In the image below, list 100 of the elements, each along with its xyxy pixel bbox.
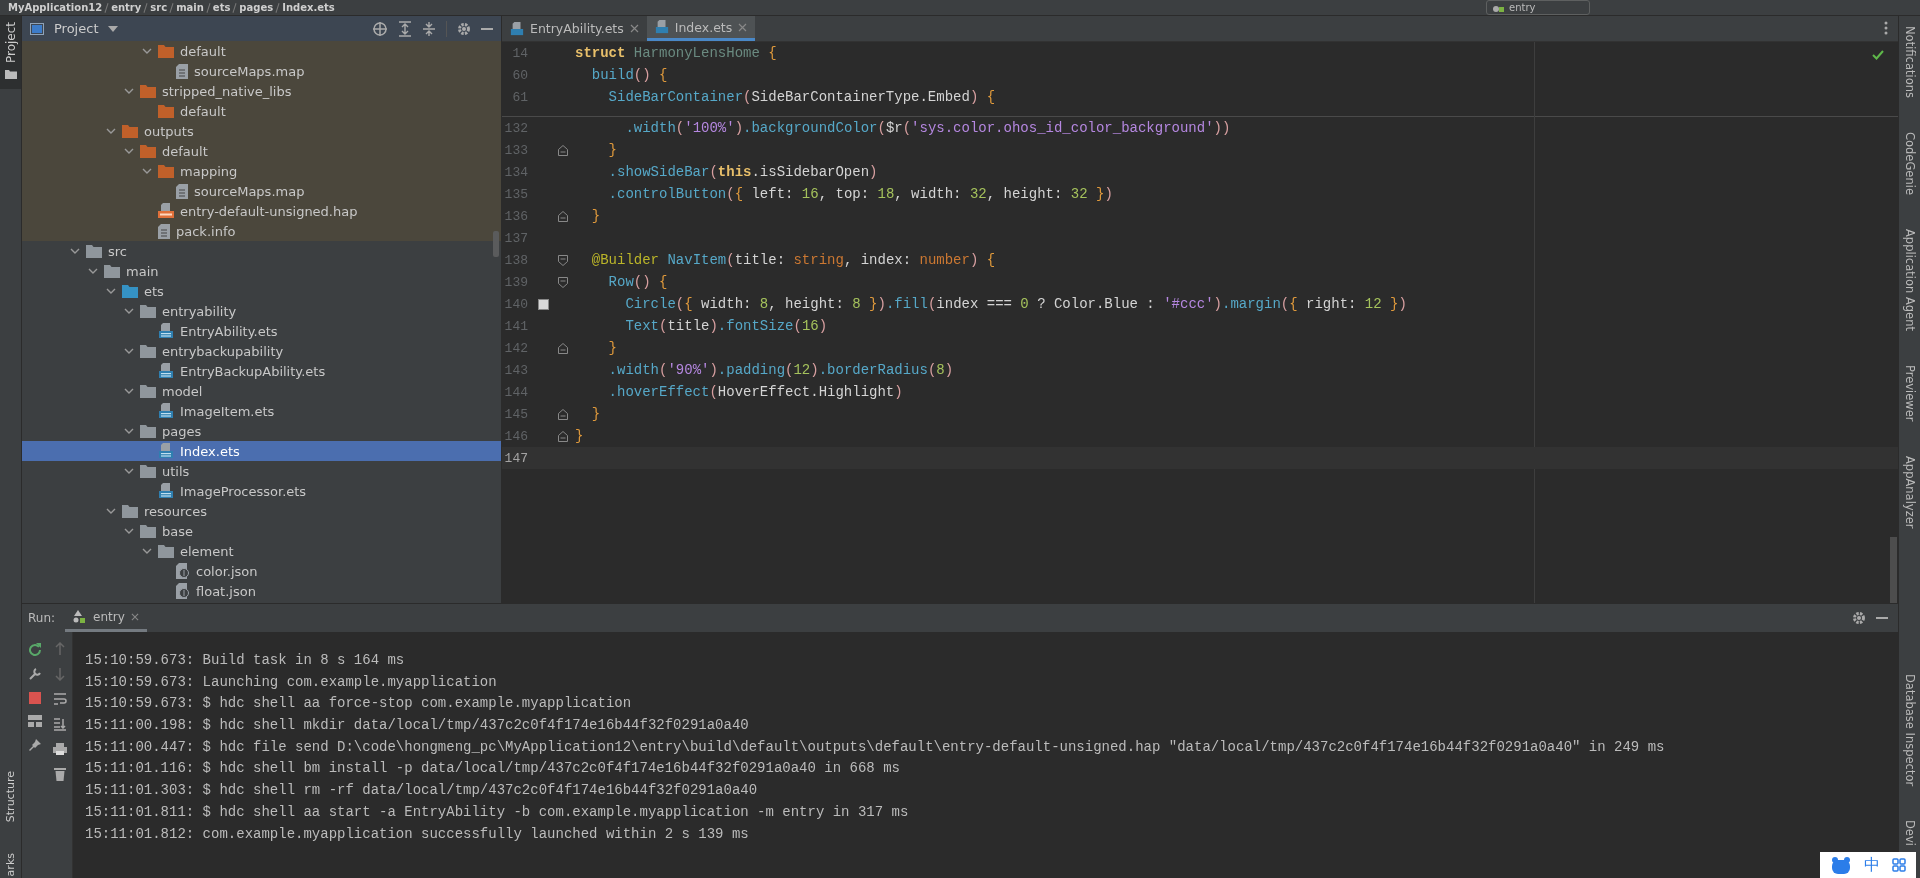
tree-item[interactable]: element [22, 541, 501, 561]
settings-icon[interactable] [457, 21, 471, 36]
expand-all-icon[interactable] [398, 20, 412, 37]
fold-icon[interactable] [558, 144, 568, 156]
tree-item[interactable]: ImageItem.ets [22, 401, 501, 421]
text-file-icon [176, 183, 188, 199]
tool-window-tab[interactable]: Notifications [1902, 26, 1917, 98]
tool-window-tab[interactable]: Project [0, 16, 21, 90]
breadcrumb-item[interactable]: src [150, 2, 168, 13]
tool-window-tab[interactable]: Previewer [1902, 364, 1917, 422]
tree-item[interactable]: pack.info [22, 221, 501, 241]
chevron-down-icon[interactable] [124, 348, 134, 354]
tree-item[interactable]: pages [22, 421, 501, 441]
tree-item[interactable]: main [22, 261, 501, 281]
fold-icon[interactable] [558, 342, 568, 354]
grid-icon[interactable] [1892, 858, 1906, 872]
scrollbar-thumb[interactable] [493, 231, 499, 257]
chevron-down-icon[interactable] [106, 128, 116, 134]
scrollbar-thumb[interactable] [1890, 537, 1897, 603]
tree-item[interactable]: EntryBackupAbility.ets [22, 361, 501, 381]
chevron-down-icon[interactable] [142, 48, 152, 54]
printer-icon[interactable] [52, 742, 67, 756]
locate-icon[interactable] [372, 20, 388, 37]
tool-window-tab[interactable]: Structure [4, 771, 17, 823]
chevron-down-icon[interactable] [124, 468, 134, 474]
breadcrumb-item[interactable]: main [176, 2, 204, 13]
breadcrumb-item[interactable]: Index.ets [282, 2, 335, 13]
chevron-down-icon[interactable] [88, 268, 98, 274]
rerun-icon[interactable] [27, 642, 42, 656]
tree-item[interactable]: sourceMaps.map [22, 181, 501, 201]
chevron-down-icon[interactable] [142, 548, 152, 554]
tree-item[interactable]: base [22, 521, 501, 541]
trash-icon[interactable] [53, 767, 66, 781]
fold-icon[interactable] [558, 430, 568, 442]
fold-icon[interactable] [558, 210, 568, 222]
run-tab[interactable]: entry [65, 604, 147, 632]
tree-item[interactable]: entrybackupability [22, 341, 501, 361]
tree-item[interactable]: mapping [22, 161, 501, 181]
wrap-icon[interactable] [52, 692, 67, 706]
chevron-down-icon[interactable] [124, 88, 134, 94]
tree-item[interactable]: float.json [22, 581, 501, 601]
close-icon[interactable] [130, 612, 139, 621]
tree-item[interactable]: default [22, 141, 501, 161]
paw-logo-icon[interactable] [1830, 856, 1852, 874]
tool-window-tab[interactable]: arks [4, 852, 17, 876]
tool-window-tab[interactable]: AppAnalyzer [1902, 455, 1917, 529]
chevron-down-icon[interactable] [106, 288, 116, 294]
minimize-icon[interactable] [1876, 616, 1888, 620]
scroll-to-end-icon[interactable] [52, 717, 67, 731]
close-icon[interactable] [738, 22, 748, 32]
tool-window-tab[interactable]: Database Inspector [1902, 673, 1917, 787]
tree-item[interactable]: EntryAbility.ets [22, 321, 501, 341]
pin-icon[interactable] [27, 738, 42, 752]
chevron-down-icon[interactable] [124, 528, 134, 534]
breadcrumb-item[interactable]: entry [111, 2, 142, 13]
editor-tab[interactable]: Index.ets [646, 16, 756, 41]
tool-window-tab[interactable]: Devi [1902, 820, 1917, 846]
tree-item[interactable]: color.json [22, 561, 501, 581]
chevron-down-icon[interactable] [70, 248, 80, 254]
input-mode-toggle[interactable]: 中 [1864, 854, 1880, 876]
fold-icon[interactable] [558, 276, 568, 288]
chevron-down-icon[interactable] [106, 508, 116, 514]
editor-tab[interactable]: EntryAbility.ets [502, 16, 647, 41]
chevron-down-icon[interactable] [124, 148, 134, 154]
tree-item[interactable]: entry-default-unsigned.hap [22, 201, 501, 221]
chevron-down-icon[interactable] [124, 428, 134, 434]
tree-item[interactable]: utils [22, 461, 501, 481]
breadcrumb-item[interactable]: ets [212, 2, 231, 13]
chevron-down-icon[interactable] [124, 308, 134, 314]
tree-item[interactable]: Index.ets [22, 441, 501, 461]
tree-item[interactable]: ImageProcessor.ets [22, 481, 501, 501]
breadcrumb-item[interactable]: pages [239, 2, 274, 13]
caret-icon[interactable] [108, 25, 119, 32]
fold-icon[interactable] [558, 408, 568, 420]
tool-window-tab[interactable]: CodeGenie [1902, 132, 1917, 195]
tree-item[interactable]: entryability [22, 301, 501, 321]
close-icon[interactable] [629, 24, 639, 33]
chevron-down-icon[interactable] [142, 168, 152, 174]
tree-item[interactable]: resources [22, 501, 501, 521]
chevron-down-icon[interactable] [124, 388, 134, 394]
more-icon[interactable] [1884, 21, 1888, 35]
bookmark-icon[interactable] [537, 298, 549, 310]
wrench-icon[interactable] [27, 667, 42, 681]
breadcrumb-item[interactable]: MyApplication12 [8, 2, 103, 13]
layout-icon[interactable] [27, 715, 42, 727]
tree-item[interactable]: src [22, 241, 501, 261]
tree-item[interactable]: ets [22, 281, 501, 301]
tree-item[interactable]: sourceMaps.map [22, 61, 501, 81]
tree-item[interactable]: outputs [22, 121, 501, 141]
collapse-all-icon[interactable] [422, 20, 436, 37]
tree-item[interactable]: default [22, 101, 501, 121]
tool-window-tab[interactable]: Application Agent [1902, 229, 1917, 331]
settings-icon[interactable] [1852, 611, 1866, 625]
tree-item[interactable]: default [22, 41, 501, 61]
run-config-dropdown[interactable]: entry [1486, 0, 1590, 15]
panel-title[interactable]: Project [54, 21, 99, 36]
tree-item[interactable]: model [22, 381, 501, 401]
fold-icon[interactable] [558, 254, 568, 266]
tree-item[interactable]: stripped_native_libs [22, 81, 501, 101]
stop-icon[interactable] [28, 692, 41, 704]
